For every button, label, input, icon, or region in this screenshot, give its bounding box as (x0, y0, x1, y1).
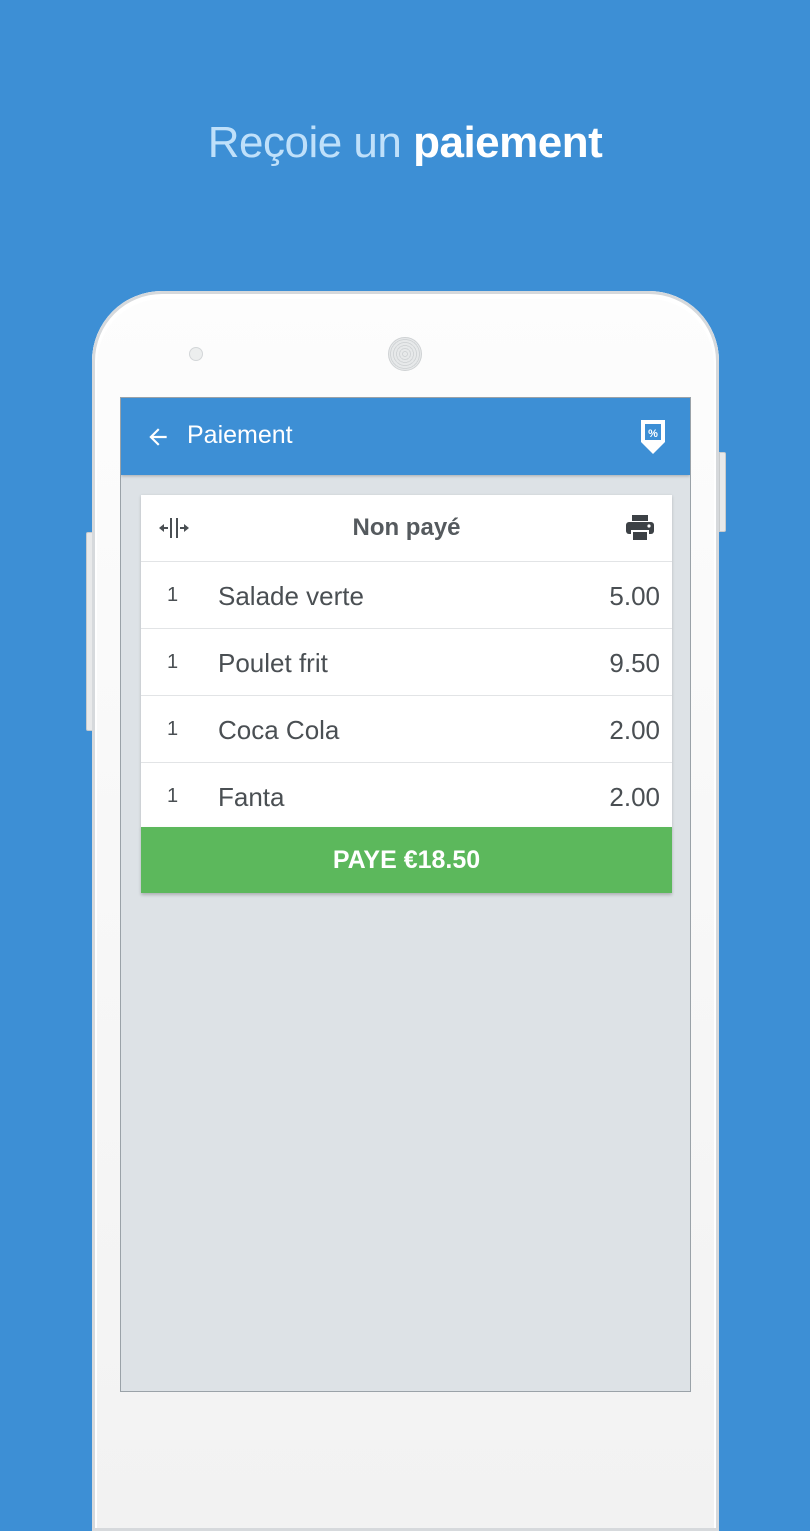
item-quantity: 1 (167, 785, 179, 807)
arrow-left-icon[interactable] (145, 424, 171, 450)
item-name: Coca Cola (218, 715, 340, 745)
item-name: Salade verte (218, 581, 364, 611)
bill-item-row[interactable]: 1 Fanta 2.00 (141, 763, 672, 829)
item-name: Fanta (218, 782, 285, 812)
headline-light: Reçoie un (207, 118, 414, 167)
discount-percent-icon[interactable]: % (637, 418, 669, 456)
app-bar: Paiement % (121, 398, 690, 475)
item-quantity: 1 (167, 584, 179, 606)
svg-text:%: % (648, 428, 658, 440)
item-quantity: 1 (167, 651, 179, 673)
item-price: 2.00 (609, 715, 660, 745)
earpiece-speaker (388, 337, 422, 371)
item-price: 9.50 (609, 648, 660, 678)
item-name: Poulet frit (218, 648, 328, 678)
bill-item-row[interactable]: 1 Coca Cola 2.00 (141, 696, 672, 763)
item-price: 5.00 (609, 581, 660, 611)
front-camera (189, 347, 203, 361)
phone-screen: Paiement % Non payé 1 Salade verte 5.00 … (120, 397, 691, 1392)
phone-power-button (719, 452, 726, 532)
headline: Reçoie un paiement (0, 118, 810, 168)
item-price: 2.00 (609, 782, 660, 812)
bill-card: Non payé 1 Salade verte 5.00 1 Poulet fr… (141, 495, 672, 829)
item-quantity: 1 (167, 718, 179, 740)
app-bar-title: Paiement (187, 421, 293, 449)
bill-status-title: Non payé (352, 514, 461, 541)
pay-button[interactable]: PAYE €18.50 (141, 827, 672, 893)
bill-item-row[interactable]: 1 Poulet frit 9.50 (141, 629, 672, 696)
bill-header: Non payé (141, 495, 672, 562)
bill-item-row[interactable]: 1 Salade verte 5.00 (141, 562, 672, 629)
print-icon[interactable] (625, 514, 655, 542)
headline-strong: paiement (413, 118, 603, 167)
